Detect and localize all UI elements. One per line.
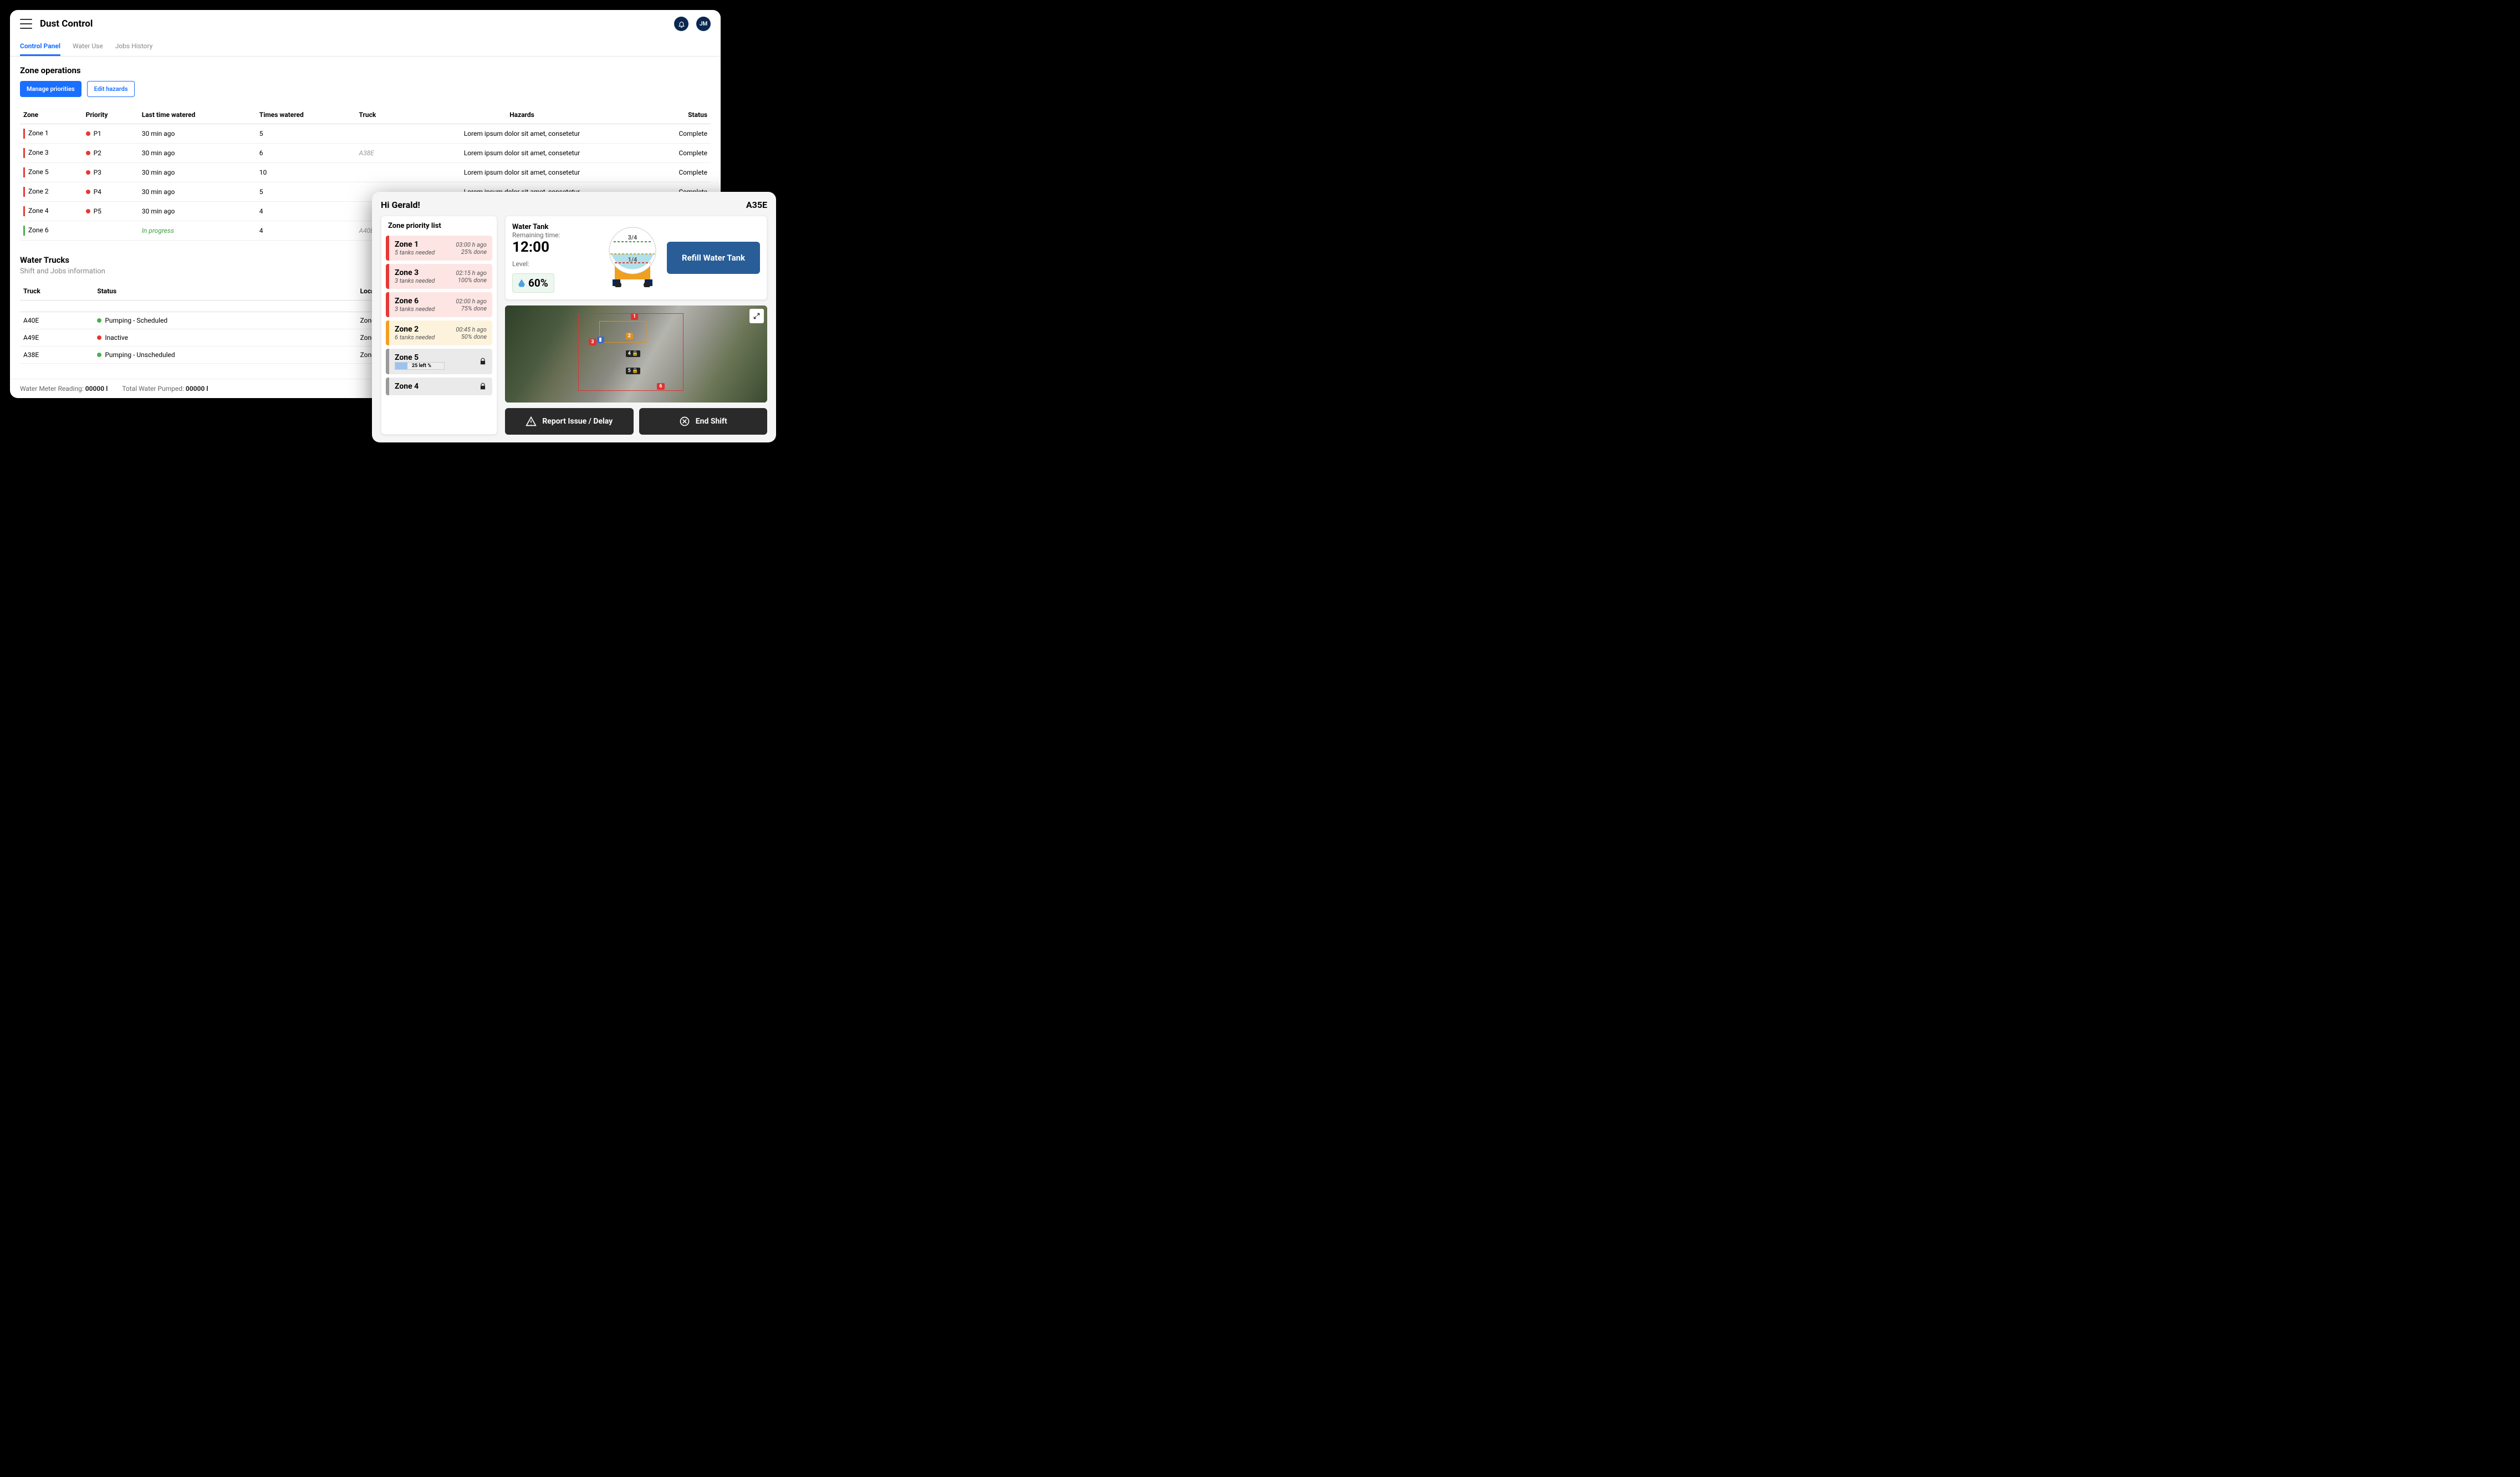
- tank-mark-upper: 3/4: [628, 234, 637, 241]
- meter-value: 00000 l: [85, 385, 108, 393]
- end-shift-button[interactable]: End Shift: [639, 408, 768, 435]
- zones-col-1: Priority: [83, 106, 139, 124]
- vehicle-id: A35E: [746, 200, 767, 210]
- close-circle-icon: [679, 416, 690, 427]
- meter-label: Water Meter Reading:: [20, 385, 84, 393]
- drop-icon: [518, 279, 525, 287]
- tab-jobs-history[interactable]: Jobs History: [115, 38, 153, 56]
- header: Dust Control JM: [10, 10, 721, 38]
- tabs: Control Panel Water Use Jobs History: [10, 38, 721, 57]
- avatar[interactable]: JM: [696, 17, 711, 31]
- lock-icon: [479, 358, 487, 365]
- level-label: Level:: [512, 260, 598, 268]
- remaining-label: Remaining time:: [512, 231, 598, 239]
- map-marker-5: 5 🔒: [626, 368, 641, 374]
- tab-control-panel[interactable]: Control Panel: [20, 38, 60, 56]
- refill-button[interactable]: Refill Water Tank: [667, 242, 760, 274]
- map-marker-3: 3: [589, 339, 596, 345]
- warning-icon: [526, 416, 537, 427]
- zone-list-title: Zone priority list: [381, 216, 497, 236]
- page-title: Dust Control: [40, 18, 93, 29]
- tank-mark-lower: 1/4: [628, 256, 637, 263]
- map-marker-6: 6: [657, 383, 664, 390]
- map-marker-2: 2: [626, 333, 633, 339]
- menu-icon[interactable]: [20, 19, 32, 29]
- remaining-value: 12:00: [512, 239, 598, 256]
- trucks-col-1: Status: [94, 282, 356, 301]
- pumped-label: Total Water Pumped:: [122, 385, 184, 393]
- expand-icon[interactable]: [749, 309, 764, 323]
- greeting: Hi Gerald!: [381, 200, 420, 210]
- zones-col-4: Truck: [355, 106, 402, 124]
- table-row[interactable]: Zone 5 P3 30 min ago 10 Lorem ipsum dolo…: [20, 163, 711, 182]
- zone-item[interactable]: Zone 525 left %: [386, 349, 492, 374]
- lock-icon: [479, 383, 487, 390]
- zones-col-0: Zone: [20, 106, 83, 124]
- pumped-value: 00000 l: [186, 385, 208, 393]
- edit-hazards-button[interactable]: Edit hazards: [87, 81, 135, 97]
- zone-item[interactable]: Zone 33 tanks needed02:15 h ago100% done: [386, 264, 492, 289]
- trucks-col-0: Truck: [20, 282, 94, 301]
- report-issue-button[interactable]: Report Issue / Delay: [505, 408, 634, 435]
- tank-title: Water Tank: [512, 223, 598, 231]
- level-value: 60%: [528, 277, 548, 289]
- map-marker-4: 4 🔒: [626, 350, 641, 357]
- map-marker-truck: ▮: [597, 337, 604, 343]
- table-row[interactable]: Zone 1 P1 30 min ago 5 Lorem ipsum dolor…: [20, 124, 711, 144]
- bell-icon[interactable]: [674, 17, 688, 31]
- zone-item[interactable]: Zone 26 tanks needed00:45 h ago50% done: [386, 320, 492, 345]
- map-marker-1: 1: [631, 313, 638, 320]
- tablet-window: Hi Gerald! A35E Zone priority list Zone …: [372, 192, 776, 442]
- level-badge: 60%: [512, 273, 554, 293]
- manage-priorities-button[interactable]: Manage priorities: [20, 81, 81, 97]
- tank-gauge: 3/4 1/4: [605, 226, 660, 289]
- zone-ops-title: Zone operations: [20, 65, 711, 75]
- zone-item[interactable]: Zone 4: [386, 378, 492, 395]
- zones-col-3: Times watered: [256, 106, 356, 124]
- tab-water-use[interactable]: Water Use: [73, 38, 103, 56]
- table-row[interactable]: Zone 3 P2 30 min ago 6 A38E Lorem ipsum …: [20, 144, 711, 163]
- zones-col-5: Hazards: [402, 106, 642, 124]
- zones-col-2: Last time watered: [139, 106, 256, 124]
- zones-col-6: Status: [642, 106, 711, 124]
- zone-item[interactable]: Zone 63 tanks needed02:00 h ago75% done: [386, 292, 492, 317]
- site-map[interactable]: 1 2 3 ▮ 4 🔒 5 🔒 6: [505, 305, 767, 403]
- zone-item[interactable]: Zone 15 tanks needed03:00 h ago25% done: [386, 236, 492, 261]
